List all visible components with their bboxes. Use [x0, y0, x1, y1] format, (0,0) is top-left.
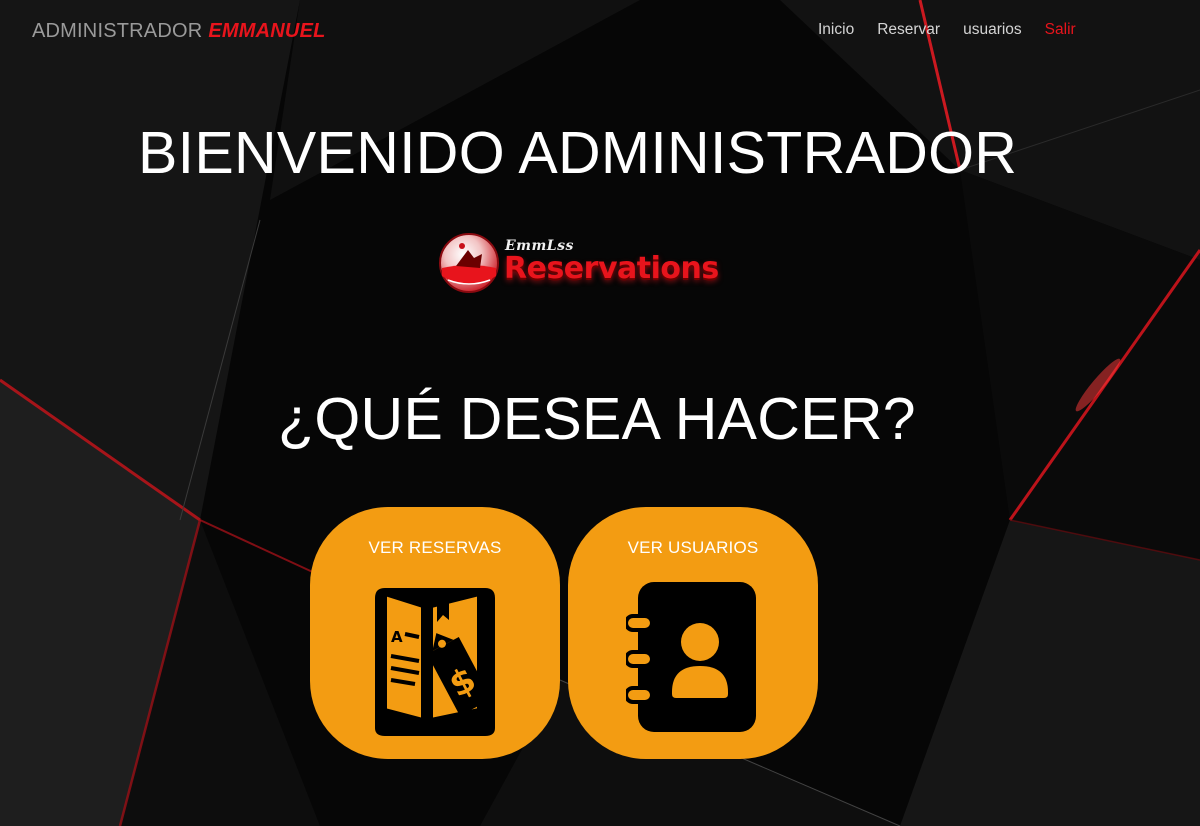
logo-emblem-icon — [439, 233, 499, 293]
nav-link-salir[interactable]: Salir — [1045, 21, 1076, 38]
contact-book-icon — [626, 582, 756, 732]
brand-user: EMMANUEL — [208, 20, 326, 42]
view-reservations-label: VER RESERVAS — [368, 538, 502, 557]
brand-role: ADMINISTRADOR — [32, 20, 203, 42]
view-users-button[interactable]: VER USUARIOS — [568, 507, 818, 759]
nav-link-inicio[interactable]: Inicio — [818, 21, 854, 38]
view-users-label: VER USUARIOS — [627, 538, 759, 557]
logo-main-text: Reservations — [504, 251, 719, 286]
nav-link-usuarios[interactable]: usuarios — [963, 21, 1022, 38]
menu-price-book-icon: A $ — [375, 588, 495, 736]
svg-text:A: A — [391, 628, 403, 646]
top-navbar: ADMINISTRADOR EMMANUEL Inicio Reservar us… — [0, 0, 1200, 62]
navbar-brand[interactable]: ADMINISTRADOR EMMANUEL — [32, 20, 326, 43]
question-heading: ¿QUÉ DESEA HACER? — [278, 386, 916, 452]
view-reservations-button[interactable]: VER RESERVAS A $ — [310, 507, 560, 759]
nav-links: Inicio Reservar usuarios Salir — [818, 21, 1099, 39]
app-logo: EmmLss Reservations — [438, 230, 719, 310]
nav-link-reservar[interactable]: Reservar — [877, 21, 940, 38]
welcome-heading: BIENVENIDO ADMINISTRADOR — [138, 120, 1018, 186]
